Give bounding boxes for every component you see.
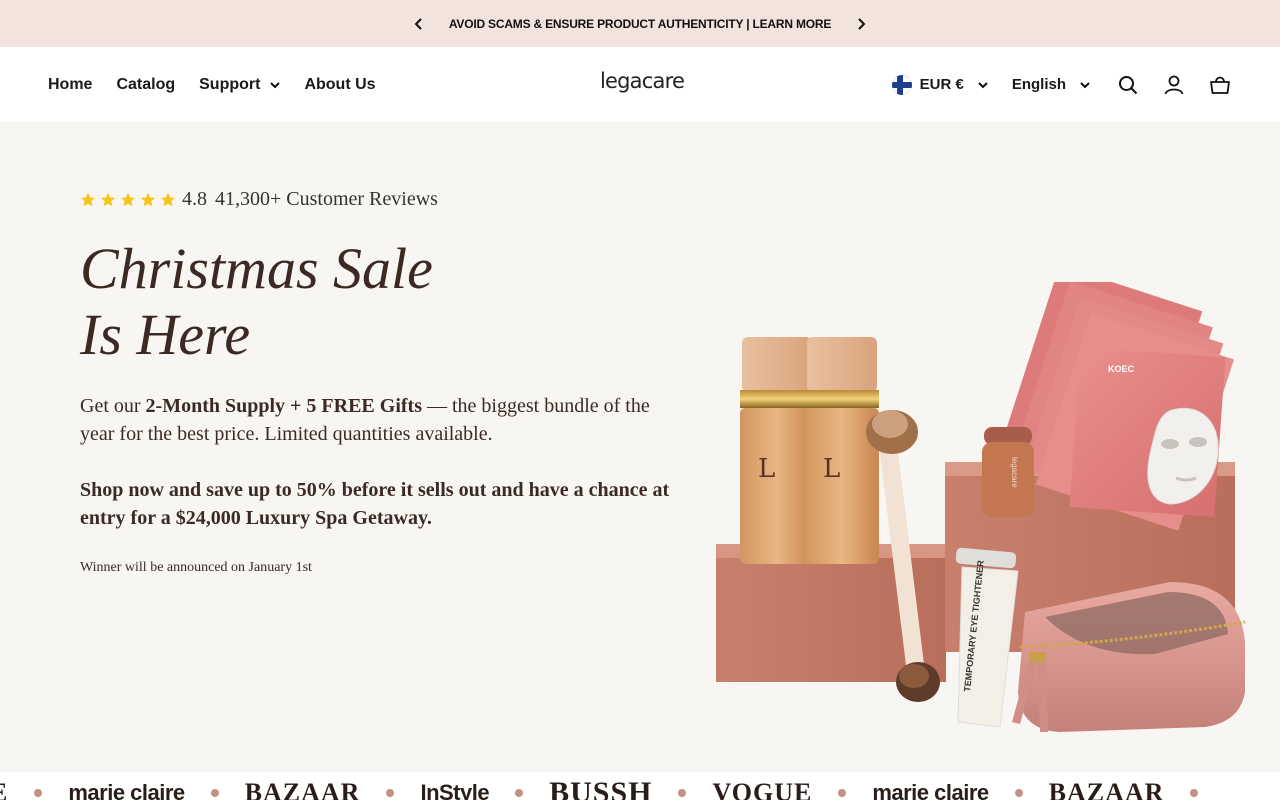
nav-support[interactable]: Support <box>199 75 281 94</box>
separator-dot <box>1190 789 1199 797</box>
separator-dot <box>1014 789 1023 797</box>
product-bundle-image: KOEC legacare L L TEMPORARY EYE TIGHTENE… <box>716 282 1246 732</box>
cart-icon <box>1210 76 1230 94</box>
cart-button[interactable] <box>1208 73 1232 97</box>
star-icon <box>120 192 136 206</box>
press-logo: marie claire <box>68 780 185 800</box>
svg-text:L: L <box>758 454 775 484</box>
offer-prefix: Get our <box>80 395 146 417</box>
chevron-left-icon <box>414 18 422 30</box>
site-header: Home Catalog Support About Us legacare E… <box>0 47 1280 122</box>
announcement-next-button[interactable] <box>851 14 871 34</box>
separator-dot <box>838 789 847 797</box>
jar-label: legacare <box>1010 457 1019 488</box>
header-actions: EUR € English <box>891 47 1232 122</box>
announcement-message-link[interactable]: AVOID SCAMS & ENSURE PRODUCT AUTHENTICIT… <box>449 17 832 31</box>
separator-dot <box>515 789 524 797</box>
nav-about[interactable]: About Us <box>304 76 375 94</box>
star-icon <box>140 192 156 206</box>
separator-dot <box>210 789 219 797</box>
star-icon <box>160 192 176 206</box>
press-logo: InStyle <box>420 780 490 800</box>
hero-promo-text: Shop now and save up to 50% before it se… <box>80 479 670 529</box>
nav-catalog[interactable]: Catalog <box>116 76 175 94</box>
review-count: 41,300+ Customer Reviews <box>215 188 438 210</box>
separator-dot <box>34 789 43 797</box>
headline-line-1: Christmas Sale <box>80 236 433 301</box>
press-logo: BUSSH <box>549 776 653 800</box>
separator-dot <box>678 789 687 797</box>
mask-pack-label: KOEC <box>1108 364 1135 374</box>
main-nav: Home Catalog Support About Us <box>48 47 376 122</box>
winner-note: Winner will be announced on January 1st <box>80 560 312 575</box>
finland-flag-icon <box>891 74 912 95</box>
currency-selector[interactable]: EUR € <box>891 74 988 95</box>
chevron-down-icon <box>1080 81 1090 88</box>
press-logo: BAZAAR <box>244 778 361 800</box>
account-icon <box>1164 75 1184 94</box>
account-button[interactable] <box>1162 73 1186 97</box>
separator-dot <box>386 789 395 797</box>
press-logo: VOGUE <box>712 778 813 800</box>
press-logo: E <box>0 778 8 800</box>
announcement-prev-button[interactable] <box>409 14 429 34</box>
chevron-down-icon <box>270 81 281 88</box>
press-logo: marie claire <box>872 780 989 800</box>
star-icon <box>100 192 116 206</box>
hero-headline: Christmas Sale Is Here <box>80 236 433 368</box>
nav-home[interactable]: Home <box>48 76 92 94</box>
hero-offer-text: Get our 2-Month Supply + 5 FREE Gifts — … <box>80 392 670 448</box>
chevron-down-icon <box>978 81 988 88</box>
svg-text:L: L <box>823 454 840 484</box>
headline-line-2: Is Here <box>80 302 251 367</box>
star-icon <box>80 192 96 206</box>
site-logo[interactable]: legacare <box>600 69 685 93</box>
press-logos-track: E marie claire BAZAAR InStyle BUSSH VOGU… <box>0 776 1224 800</box>
rating-summary: 4.8 41,300+ Customer Reviews <box>80 188 438 211</box>
press-logo: BAZAAR <box>1048 778 1165 800</box>
rating-score: 4.8 <box>182 188 207 210</box>
search-button[interactable] <box>1116 73 1140 97</box>
search-icon <box>1119 75 1138 94</box>
offer-highlight: 2-Month Supply + 5 FREE Gifts <box>145 395 422 417</box>
announcement-bar: AVOID SCAMS & ENSURE PRODUCT AUTHENTICIT… <box>0 0 1280 47</box>
press-logos-bar: E marie claire BAZAAR InStyle BUSSH VOGU… <box>0 772 1280 800</box>
language-selector[interactable]: English <box>1012 76 1090 93</box>
chevron-right-icon <box>858 18 866 30</box>
hero-section: 4.8 41,300+ Customer Reviews Christmas S… <box>0 122 1280 772</box>
currency-label: EUR € <box>919 76 964 93</box>
language-label: English <box>1011 76 1066 93</box>
nav-support-label: Support <box>199 75 261 93</box>
